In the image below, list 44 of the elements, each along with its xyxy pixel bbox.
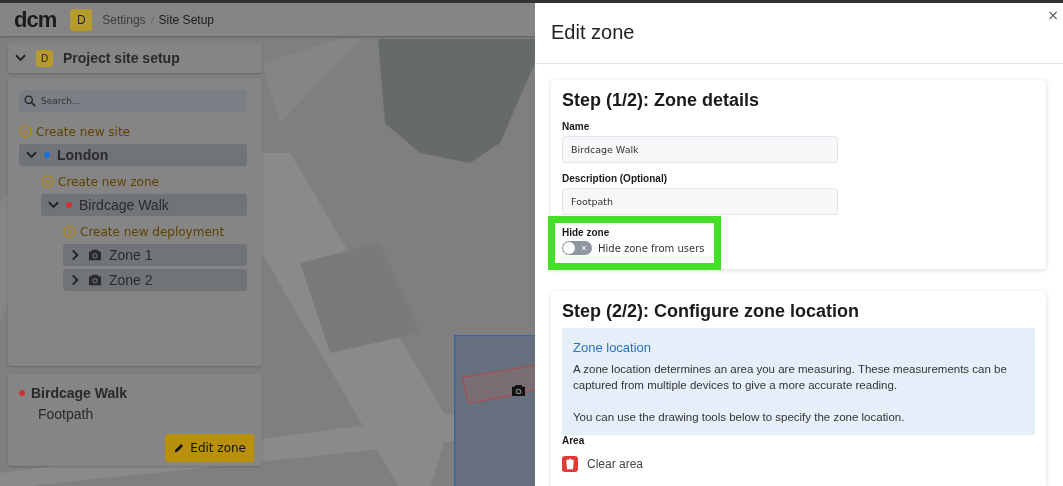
- camera-icon: [88, 249, 102, 261]
- edit-zone-button[interactable]: Edit zone: [165, 434, 254, 462]
- clear-area-button[interactable]: Clear area: [587, 457, 644, 471]
- tree-item[interactable]: Birdcage Walk: [41, 194, 247, 216]
- avatar: D: [36, 49, 53, 67]
- create-site-link[interactable]: Create new site: [19, 119, 130, 144]
- info-text: You can use the drawing tools below to specify the zone location.: [573, 410, 905, 425]
- plus-circle-icon: [19, 125, 32, 138]
- info-title: Zone location: [573, 340, 652, 355]
- step-heading: Step (2/2): Configure zone location: [562, 301, 859, 322]
- pencil-icon: [174, 443, 185, 453]
- tree-item[interactable]: London: [19, 144, 247, 166]
- camera-icon: [88, 274, 102, 286]
- field-label: Description (Optional): [562, 173, 667, 184]
- field-label: Name: [562, 121, 590, 132]
- toggle-label: Hide zone from users: [598, 242, 705, 254]
- logo: dcm: [14, 6, 57, 33]
- zone-name: Birdcage Walk: [31, 385, 127, 401]
- search-icon: [24, 95, 36, 107]
- plus-circle-icon: [63, 225, 76, 238]
- step-heading: Step (1/2): Zone details: [562, 90, 760, 111]
- zone-description: Footpath: [38, 406, 94, 422]
- project-title: Project site setup: [63, 50, 180, 66]
- breadcrumb-current: Site Setup: [158, 12, 214, 27]
- close-button[interactable]: ×: [1043, 8, 1063, 22]
- avatar: D: [70, 8, 93, 31]
- tree-item[interactable]: Zone 1: [63, 244, 247, 266]
- input-field[interactable]: Footpath: [562, 188, 838, 215]
- search-field[interactable]: Search...: [19, 90, 247, 112]
- breadcrumb-link[interactable]: Settings: [102, 12, 146, 27]
- trash-icon[interactable]: [562, 456, 578, 472]
- field-label: Area: [562, 435, 585, 446]
- plus-circle-icon: [41, 175, 54, 188]
- tree-item[interactable]: Zone 2: [63, 269, 247, 291]
- create-zone-link[interactable]: Create new zone: [41, 169, 159, 194]
- camera-icon: [511, 384, 526, 397]
- field-label: Hide zone: [562, 227, 610, 238]
- info-text: A zone location determines an area you are measuring. These measurements can be captured from multiple devices to give a more accurate reading.: [573, 362, 1008, 393]
- create-deployment-link[interactable]: Create new deployment: [63, 219, 225, 244]
- input-field[interactable]: Birdcage Walk: [562, 136, 838, 163]
- toggle-switch[interactable]: [562, 241, 592, 255]
- drawer-title: Edit zone: [551, 21, 635, 44]
- x-icon: [581, 245, 587, 251]
- chevron-icon[interactable]: [15, 54, 26, 62]
